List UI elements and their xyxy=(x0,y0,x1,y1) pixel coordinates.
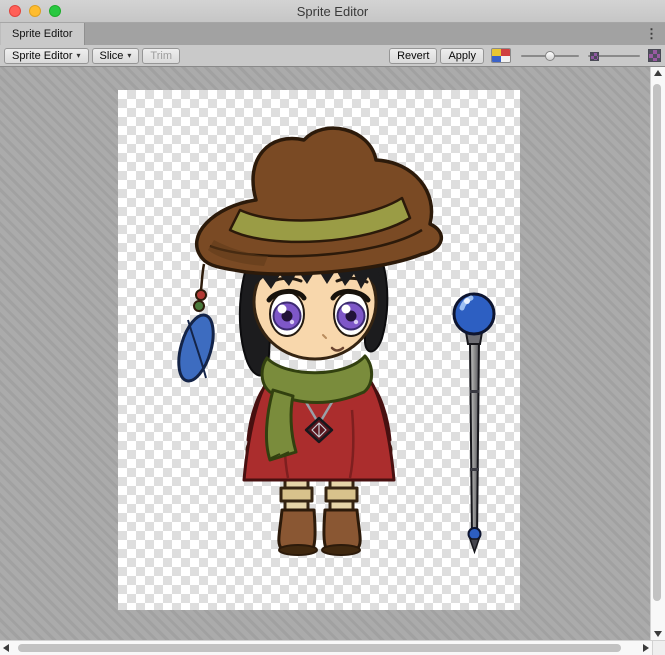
mip-slider[interactable] xyxy=(588,49,640,63)
titlebar: Sprite Editor xyxy=(0,0,665,23)
sprite-canvas[interactable] xyxy=(0,67,650,640)
traffic-lights xyxy=(9,5,61,17)
boots xyxy=(279,510,360,555)
color-channel-swatch xyxy=(501,56,510,63)
apply-button[interactable]: Apply xyxy=(440,48,484,64)
tab-label: Sprite Editor xyxy=(12,28,73,40)
scrollbar-corner xyxy=(652,640,665,655)
kebab-menu-icon: ⋮ xyxy=(645,26,658,42)
tab-sprite-editor[interactable]: Sprite Editor xyxy=(0,23,85,45)
vertical-scroll-track[interactable] xyxy=(651,79,665,628)
tab-bar: Sprite Editor ⋮ xyxy=(0,23,665,45)
revert-label: Revert xyxy=(397,50,429,62)
slice-dropdown[interactable]: Slice ▾ xyxy=(92,48,140,64)
close-button[interactable] xyxy=(9,5,21,17)
color-channel-swatch xyxy=(492,56,501,63)
minimize-button[interactable] xyxy=(29,5,41,17)
chevron-down-icon: ▾ xyxy=(77,52,81,60)
character-sprite xyxy=(172,128,441,555)
vertical-scroll-thumb[interactable] xyxy=(653,84,661,600)
zoom-slider-thumb[interactable] xyxy=(545,51,555,61)
revert-button[interactable]: Revert xyxy=(389,48,437,64)
window-title: Sprite Editor xyxy=(297,4,369,19)
vertical-scrollbar[interactable] xyxy=(650,67,665,640)
scroll-down-arrow-icon[interactable] xyxy=(654,631,662,637)
staff-sprite xyxy=(454,294,494,552)
sprite-chibi-witch-and-staff xyxy=(118,90,520,610)
trim-label: Trim xyxy=(150,50,172,62)
chevron-down-icon: ▾ xyxy=(127,52,131,60)
fullscreen-button[interactable] xyxy=(49,5,61,17)
bottom-bar xyxy=(0,640,665,655)
pane-menu-button[interactable]: ⋮ xyxy=(638,23,665,45)
zoom-slider[interactable] xyxy=(521,49,579,63)
scroll-left-arrow-icon[interactable] xyxy=(3,644,9,652)
feather-charm xyxy=(172,264,220,385)
scroll-up-arrow-icon[interactable] xyxy=(654,70,662,76)
toolbar: Sprite Editor ▾ Slice ▾ Trim Revert Appl… xyxy=(0,45,665,67)
trim-button[interactable]: Trim xyxy=(142,48,180,64)
mip-slider-thumb[interactable] xyxy=(590,52,599,61)
horizontal-scroll-track[interactable] xyxy=(12,641,640,655)
sprite-editor-mode-dropdown[interactable]: Sprite Editor ▾ xyxy=(4,48,89,64)
apply-label: Apply xyxy=(448,50,476,62)
mip-texture-icon xyxy=(648,49,661,62)
main-area xyxy=(0,67,665,640)
scroll-right-arrow-icon[interactable] xyxy=(643,644,649,652)
sprite-stage[interactable] xyxy=(118,90,520,610)
horizontal-scroll-thumb[interactable] xyxy=(18,644,621,652)
sprite-editor-window: Sprite Editor Sprite Editor ⋮ Sprite Edi… xyxy=(0,0,665,655)
color-channels-icon[interactable] xyxy=(491,48,511,63)
witch-hat xyxy=(197,128,442,274)
horizontal-scrollbar[interactable] xyxy=(0,640,652,655)
slice-label: Slice xyxy=(100,50,124,62)
sprite-editor-mode-label: Sprite Editor xyxy=(12,50,73,62)
